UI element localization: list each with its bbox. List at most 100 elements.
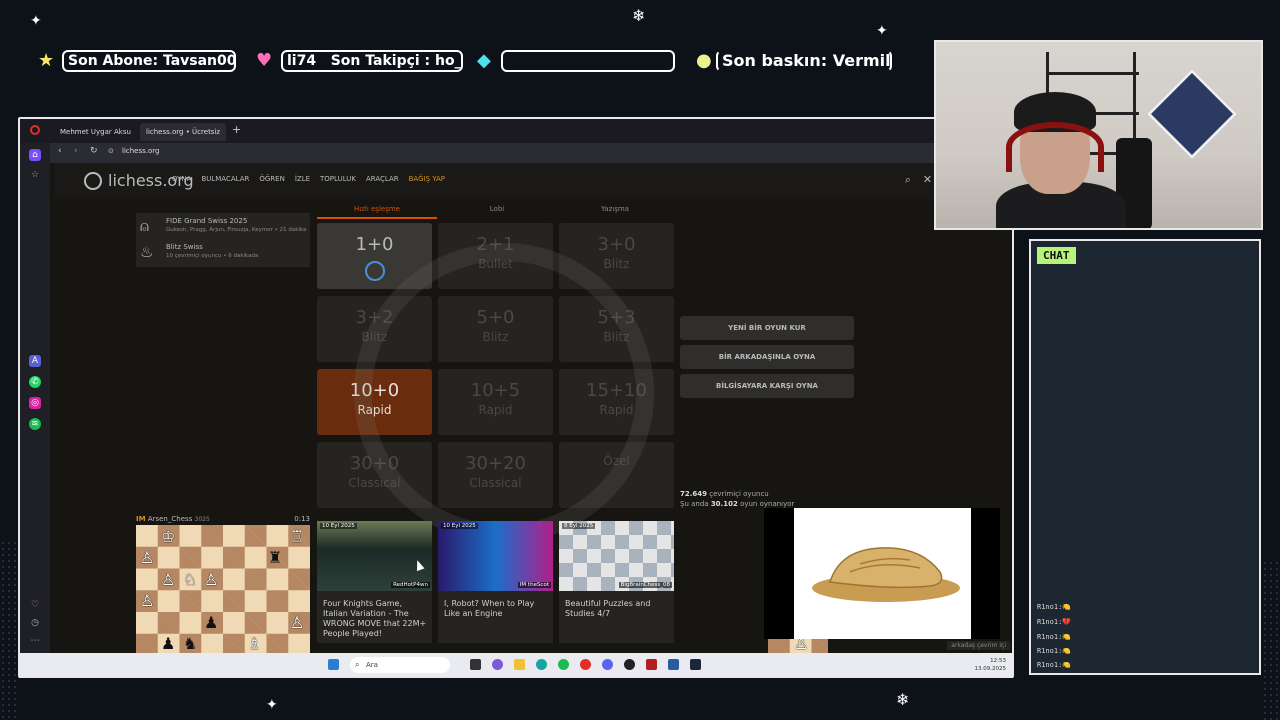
video-thumbnail xyxy=(438,521,553,591)
copilot-icon[interactable] xyxy=(492,659,503,670)
url-input[interactable]: lichess.org xyxy=(122,147,159,155)
pawn-piece: ♟ xyxy=(204,613,219,632)
play-computer-button[interactable]: BİLGİSAYARA KARŞI OYNA xyxy=(680,374,854,398)
opera-icon[interactable] xyxy=(580,659,591,670)
more-icon[interactable]: ⋯ xyxy=(29,635,41,647)
spinner-icon xyxy=(364,261,385,281)
tv-rating: 3025 xyxy=(194,516,210,523)
reload-icon[interactable]: ↻ xyxy=(90,146,98,156)
nav-community[interactable]: TOPLULUK xyxy=(320,175,356,183)
chat-message: R1no1:🍋 xyxy=(1037,661,1071,669)
steam-icon[interactable] xyxy=(690,659,701,670)
king-piece: ♔ xyxy=(161,527,176,546)
chat-user: R1no1: xyxy=(1037,633,1063,641)
spotify-icon[interactable] xyxy=(558,659,569,670)
event-item[interactable]: ⍝ FIDE Grand Swiss 2025 Gukesh, Pragg, A… xyxy=(140,215,306,239)
search-icon[interactable]: ⌕ xyxy=(905,173,911,187)
pawn-piece: ♙ xyxy=(140,591,155,610)
play-friend-button[interactable]: BİR ARKADAŞINLA OYNA xyxy=(680,345,854,369)
rook-piece: ♖ xyxy=(290,527,305,546)
lock-icon: ⊙ xyxy=(108,147,114,155)
tab-youtube[interactable]: Mehmet Uygar Aksu xyxy=(54,123,137,141)
pawn-piece: ♟ xyxy=(161,634,176,653)
heart-icon: ♥ xyxy=(256,50,273,71)
history-icon[interactable]: ◷ xyxy=(29,617,41,629)
obs-icon[interactable] xyxy=(624,659,635,670)
site-header: lichess.org OYNA BULMACALAR ÖĞREN İZLE T… xyxy=(54,163,1012,199)
explorer-icon[interactable] xyxy=(514,659,525,670)
nav-learn[interactable]: ÖĞREN xyxy=(259,175,284,183)
create-game-button[interactable]: YENİ BİR OYUN KUR xyxy=(680,316,854,340)
home-icon[interactable]: ⌂ xyxy=(29,149,41,161)
nav-donate[interactable]: BAĞIŞ YAP xyxy=(409,175,445,183)
event-item[interactable]: ♨ Blitz Swiss 10 çevrimiçi oyuncu • 6 da… xyxy=(140,241,306,265)
chat-title: CHAT xyxy=(1037,247,1076,264)
pool-time: 3+0 xyxy=(597,234,636,255)
chat-emoji: 🍋 xyxy=(1062,647,1072,655)
video-card[interactable]: 8 Eyl 2025 BigBrainChess_08 Beautiful Pu… xyxy=(559,521,674,643)
heart-outline-icon[interactable]: ♡ xyxy=(29,599,41,611)
event-title: Blitz Swiss xyxy=(166,243,203,251)
follower-prefix: li74 xyxy=(287,53,317,69)
windows-taskbar: ⌕ Ara 12:53 13.09.2025 xyxy=(20,653,1012,676)
chat-user: R1no1: xyxy=(1037,618,1063,626)
nav-play[interactable]: OYNA xyxy=(172,175,191,183)
dot-pattern xyxy=(0,540,20,720)
close-icon[interactable]: ✕ xyxy=(923,173,932,187)
tab-lichess[interactable]: lichess.org • Ücretsiz xyxy=(140,123,227,141)
orb-icon: ● xyxy=(696,50,712,71)
video-date: 10 Eyl 2025 xyxy=(320,523,357,529)
opera-icon[interactable] xyxy=(30,125,40,135)
video-card[interactable]: 10 Eyl 2025 IM theScot I, Robot? When to… xyxy=(438,521,553,643)
nav-puzzles[interactable]: BULMACALAR xyxy=(201,175,249,183)
new-tab-icon[interactable]: + xyxy=(232,123,241,136)
tv-player[interactable]: Arsen_Chess xyxy=(148,515,192,523)
taskbar-search[interactable]: ⌕ Ara xyxy=(350,657,450,673)
spotify-icon[interactable]: ≋ xyxy=(29,418,41,430)
empty-slot xyxy=(501,50,675,72)
chat-message: R1no1:🍋 xyxy=(1037,633,1071,641)
diamond-icon: ◆ xyxy=(477,50,491,71)
video-date: 8 Eyl 2025 xyxy=(562,523,596,529)
nav-tools[interactable]: ARAÇLAR xyxy=(366,175,399,183)
video-author: RedHotP4wn xyxy=(391,582,430,588)
pairing-tabs: Hızlı eşleşme Lobi Yazışma xyxy=(317,203,675,221)
video-title: I, Robot? When to Play Like an Engine xyxy=(444,599,535,618)
app-icon[interactable] xyxy=(646,659,657,670)
taskbar-clock[interactable]: 12:53 13.09.2025 xyxy=(975,657,1007,673)
chat-user: R1no1: xyxy=(1037,647,1063,655)
app-icon[interactable] xyxy=(668,659,679,670)
discord-icon[interactable] xyxy=(602,659,613,670)
edge-icon[interactable] xyxy=(536,659,547,670)
last-follower: li74 Son Takipçi : ho_la12 xyxy=(281,50,463,72)
windows-start-icon[interactable] xyxy=(328,659,339,670)
forward-icon[interactable]: › xyxy=(74,146,78,156)
chat-emoji: 🍋 xyxy=(1062,633,1072,641)
chat-message: R1no1:💔 xyxy=(1037,618,1071,626)
back-icon[interactable]: ‹ xyxy=(58,146,62,156)
whatsapp-icon[interactable]: ✆ xyxy=(29,376,41,388)
tab-lobby[interactable]: Lobi xyxy=(437,205,557,213)
video-card[interactable]: 10 Eyl 2025 RedHotP4wn Four Knights Game… xyxy=(317,521,432,643)
tv-board[interactable]: ♔ ♖ ♙ ♜ ♙ ♘ ♙ ♙ ♟ ♙ ♟ ♞ ♗ xyxy=(136,525,310,653)
chat-emoji: 🍋 xyxy=(1062,603,1072,611)
instagram-icon[interactable]: ◎ xyxy=(29,397,41,409)
friends-online[interactable]: arkadaş çevrim içi xyxy=(947,641,1010,650)
video-title: Four Knights Game, Italian Variation - T… xyxy=(323,599,427,638)
pawn-piece: ♙ xyxy=(204,570,219,589)
aria-icon[interactable]: A xyxy=(29,355,41,367)
pawn-piece: ♙ xyxy=(290,613,305,632)
search-icon: ⌕ xyxy=(355,660,360,669)
star-icon: ★ xyxy=(38,50,55,71)
task-view-icon[interactable] xyxy=(470,659,481,670)
dot-pattern xyxy=(1262,560,1280,720)
bookmark-icon[interactable]: ☆ xyxy=(29,169,41,181)
tv-header: IM Arsen_Chess 3025 0:13 xyxy=(136,515,310,523)
video-thumbnail xyxy=(317,521,432,591)
tab-quick-pairing[interactable]: Hızlı eşleşme xyxy=(317,205,437,219)
sparkle-icon: ❄ xyxy=(632,6,646,25)
event-list: ⍝ FIDE Grand Swiss 2025 Gukesh, Pragg, A… xyxy=(136,213,310,267)
tab-correspondence[interactable]: Yazışma xyxy=(555,205,675,213)
nav-watch[interactable]: İZLE xyxy=(295,175,310,183)
slipper-icon xyxy=(812,547,960,602)
